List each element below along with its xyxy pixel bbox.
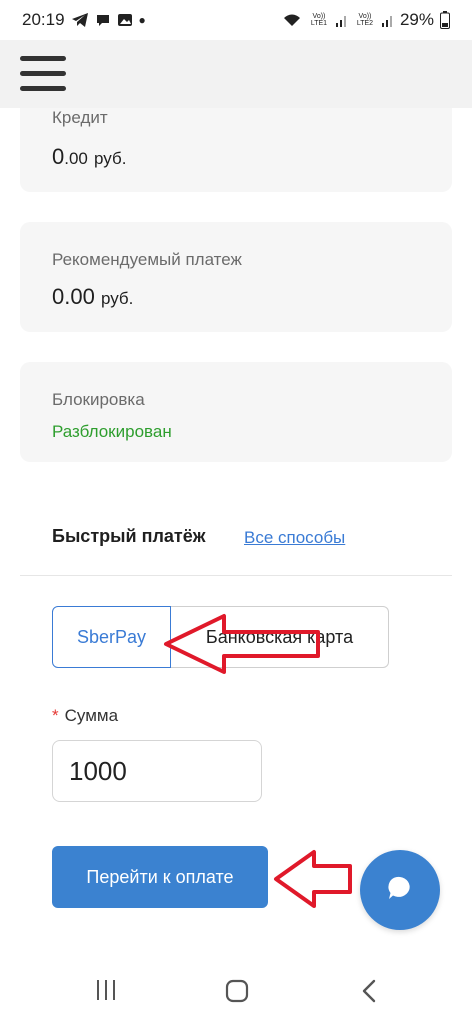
payment-method-toggle: SberPay Банковская карта <box>52 606 389 668</box>
wifi-icon <box>282 12 302 28</box>
payment-value: 0.00 руб. <box>52 284 134 309</box>
system-nav-bar <box>0 960 472 1024</box>
signal-icon <box>335 13 348 27</box>
annotation-arrow-pay <box>274 850 352 908</box>
block-status: Разблокирован <box>52 422 172 441</box>
payment-label: Рекомендуемый платеж <box>52 250 242 269</box>
signal-icon <box>381 13 394 27</box>
chat-bubble-icon <box>384 872 416 909</box>
chat-button[interactable] <box>360 850 440 930</box>
block-label: Блокировка <box>52 390 145 409</box>
quick-pay-title: Быстрый платёж <box>52 526 206 546</box>
telegram-icon <box>71 12 89 28</box>
menu-icon[interactable] <box>20 54 68 94</box>
back-icon[interactable] <box>358 978 382 1009</box>
credit-label: Кредит <box>52 108 108 127</box>
battery-icon <box>440 11 450 29</box>
all-methods-link[interactable]: Все способы <box>244 528 345 548</box>
sum-input[interactable] <box>52 740 262 802</box>
status-bar: 20:19 ● Vo)) LTE1 Vo)) LTE2 29% <box>0 0 472 40</box>
home-icon[interactable] <box>224 978 250 1009</box>
bank-card-option[interactable]: Банковская карта <box>171 606 389 668</box>
divider <box>20 575 452 576</box>
dot-indicator: ● <box>138 13 146 27</box>
payment-card: Рекомендуемый платеж 0.00 руб. <box>20 222 452 332</box>
battery-percent: 29% <box>399 10 434 29</box>
chat-icon <box>95 12 111 28</box>
top-header <box>0 40 472 108</box>
sberpay-option[interactable]: SberPay <box>52 606 171 668</box>
recent-apps-icon[interactable] <box>94 978 118 1007</box>
sim1-label: Vo)) LTE1 <box>310 13 328 27</box>
credit-value: 0.00 руб. <box>52 144 127 169</box>
required-mark: * <box>52 706 59 725</box>
gallery-icon <box>117 12 133 28</box>
status-time: 20:19 <box>22 10 65 29</box>
sim2-label: Vo)) LTE2 <box>356 13 374 27</box>
block-card: Блокировка Разблокирован <box>20 362 452 462</box>
sum-label: * Сумма <box>52 706 119 725</box>
pay-button[interactable]: Перейти к оплате <box>52 846 268 908</box>
